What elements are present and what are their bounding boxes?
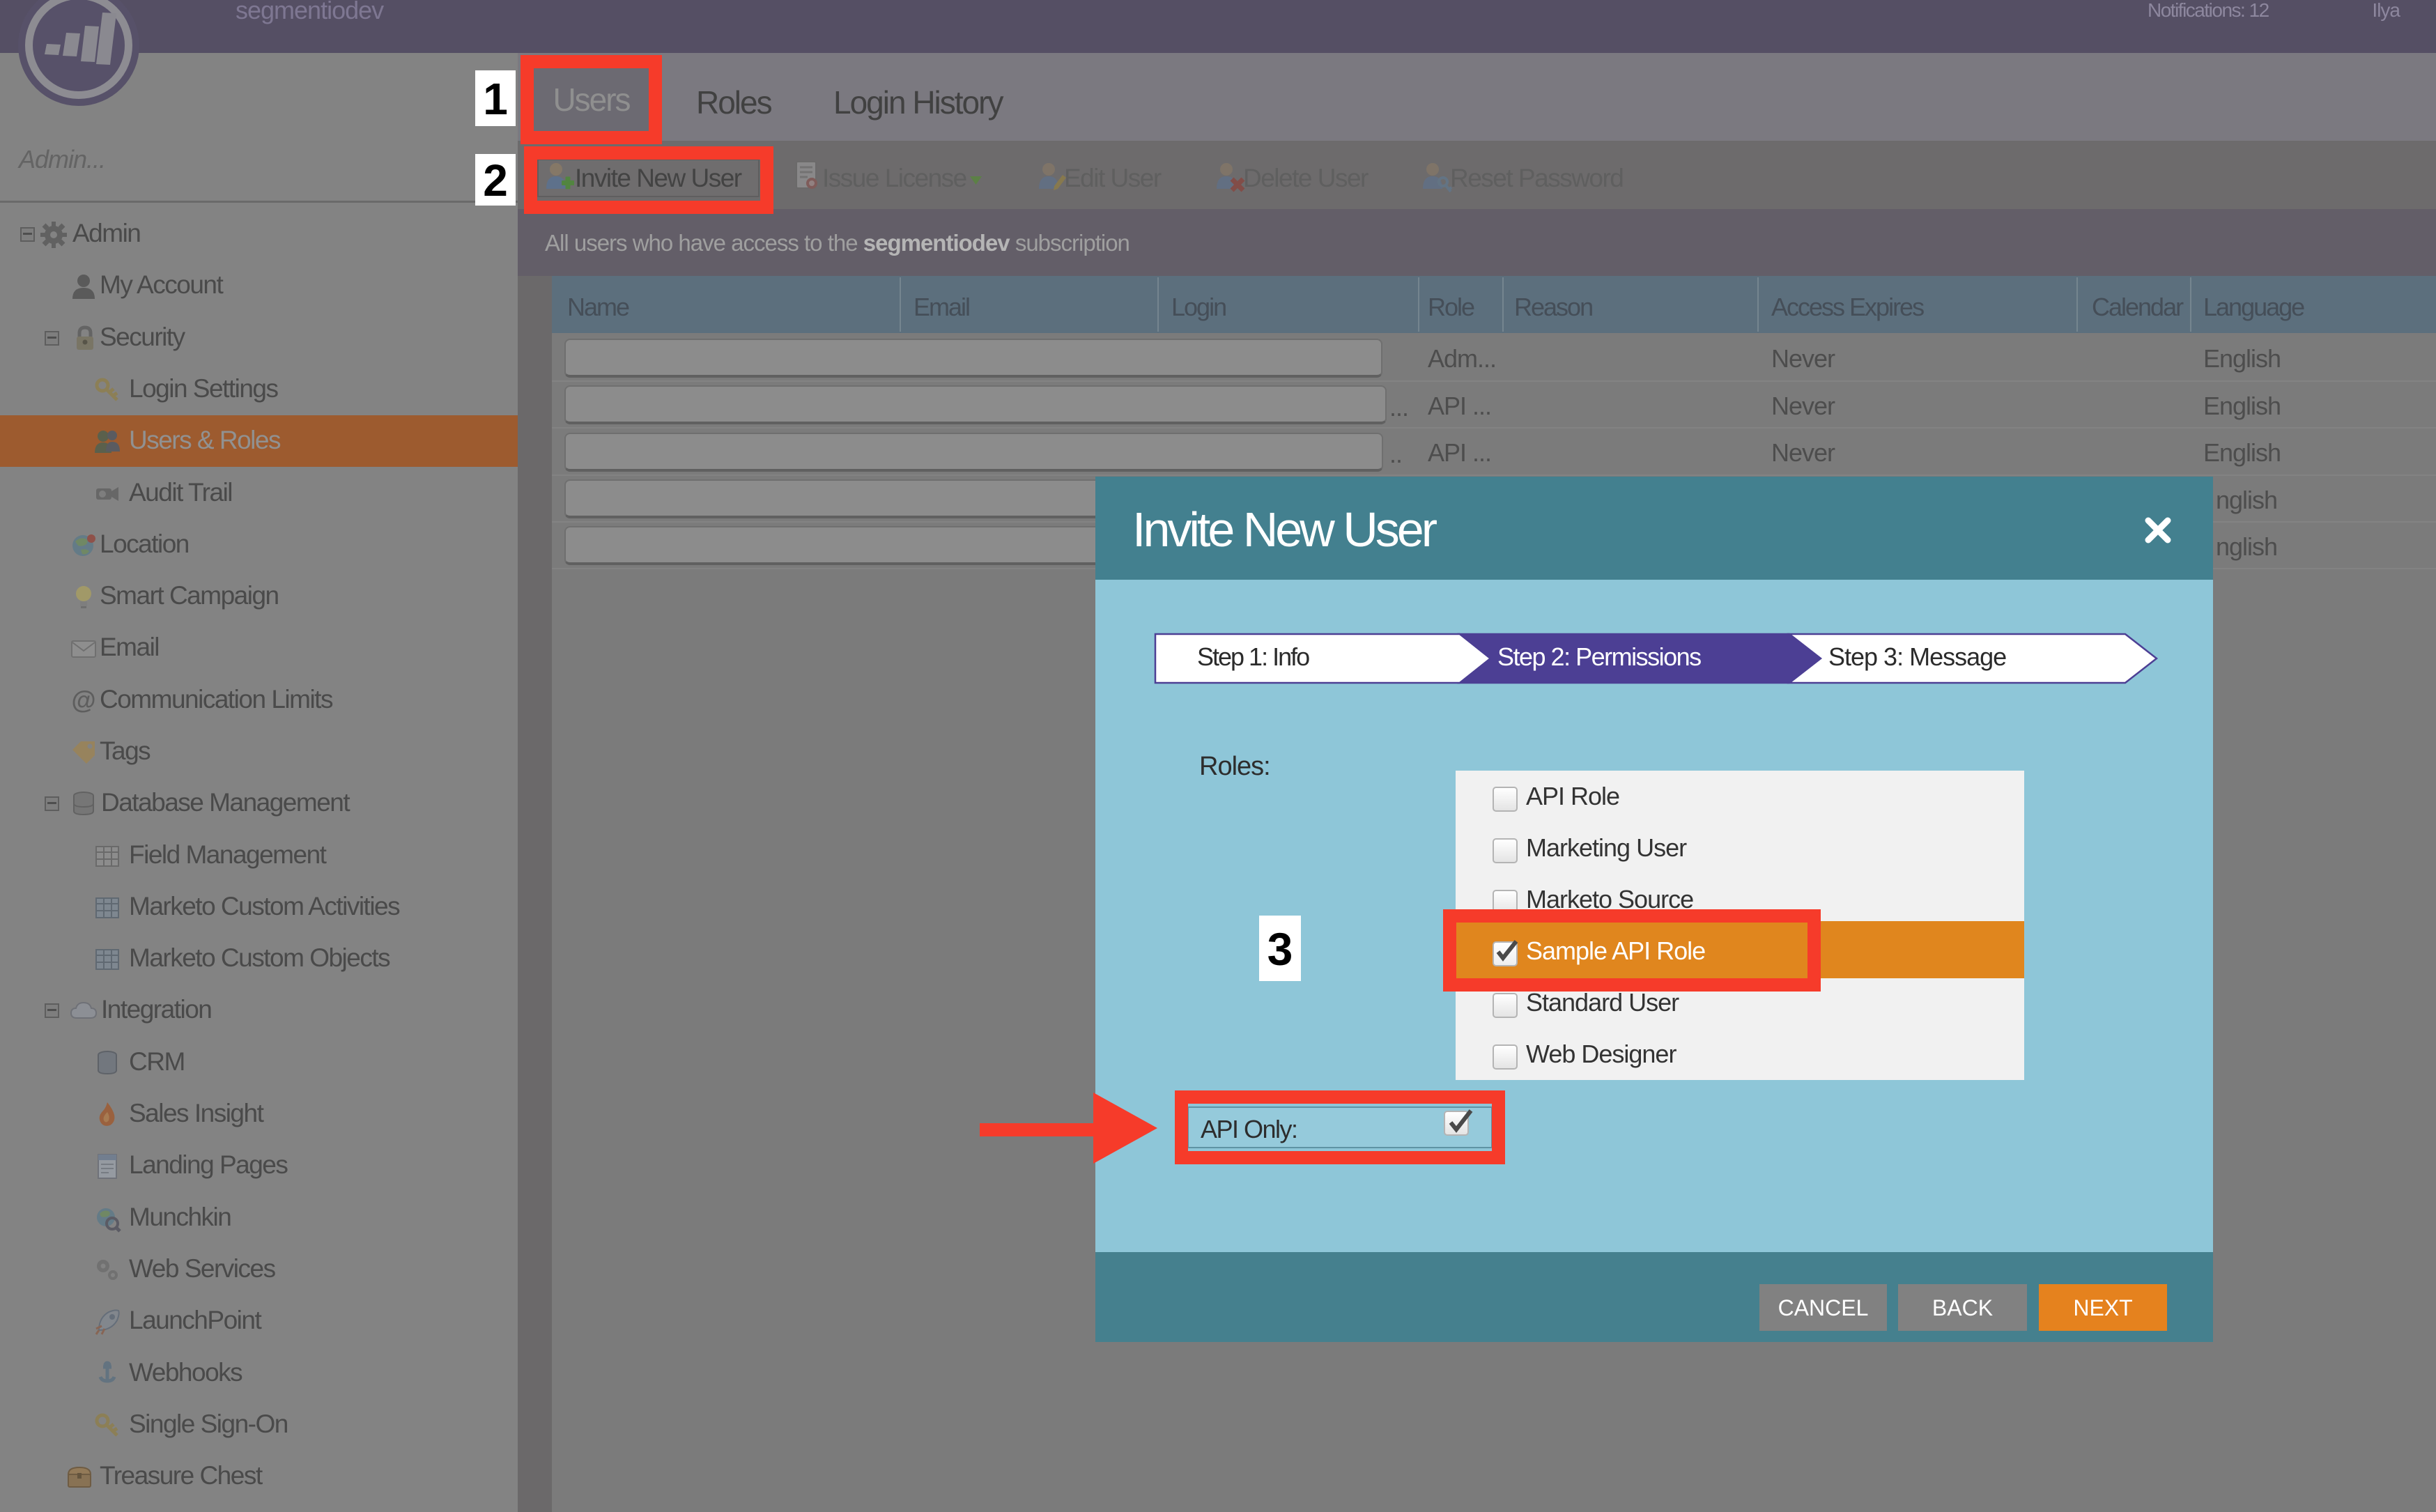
svg-text:@: @ [71, 687, 95, 714]
